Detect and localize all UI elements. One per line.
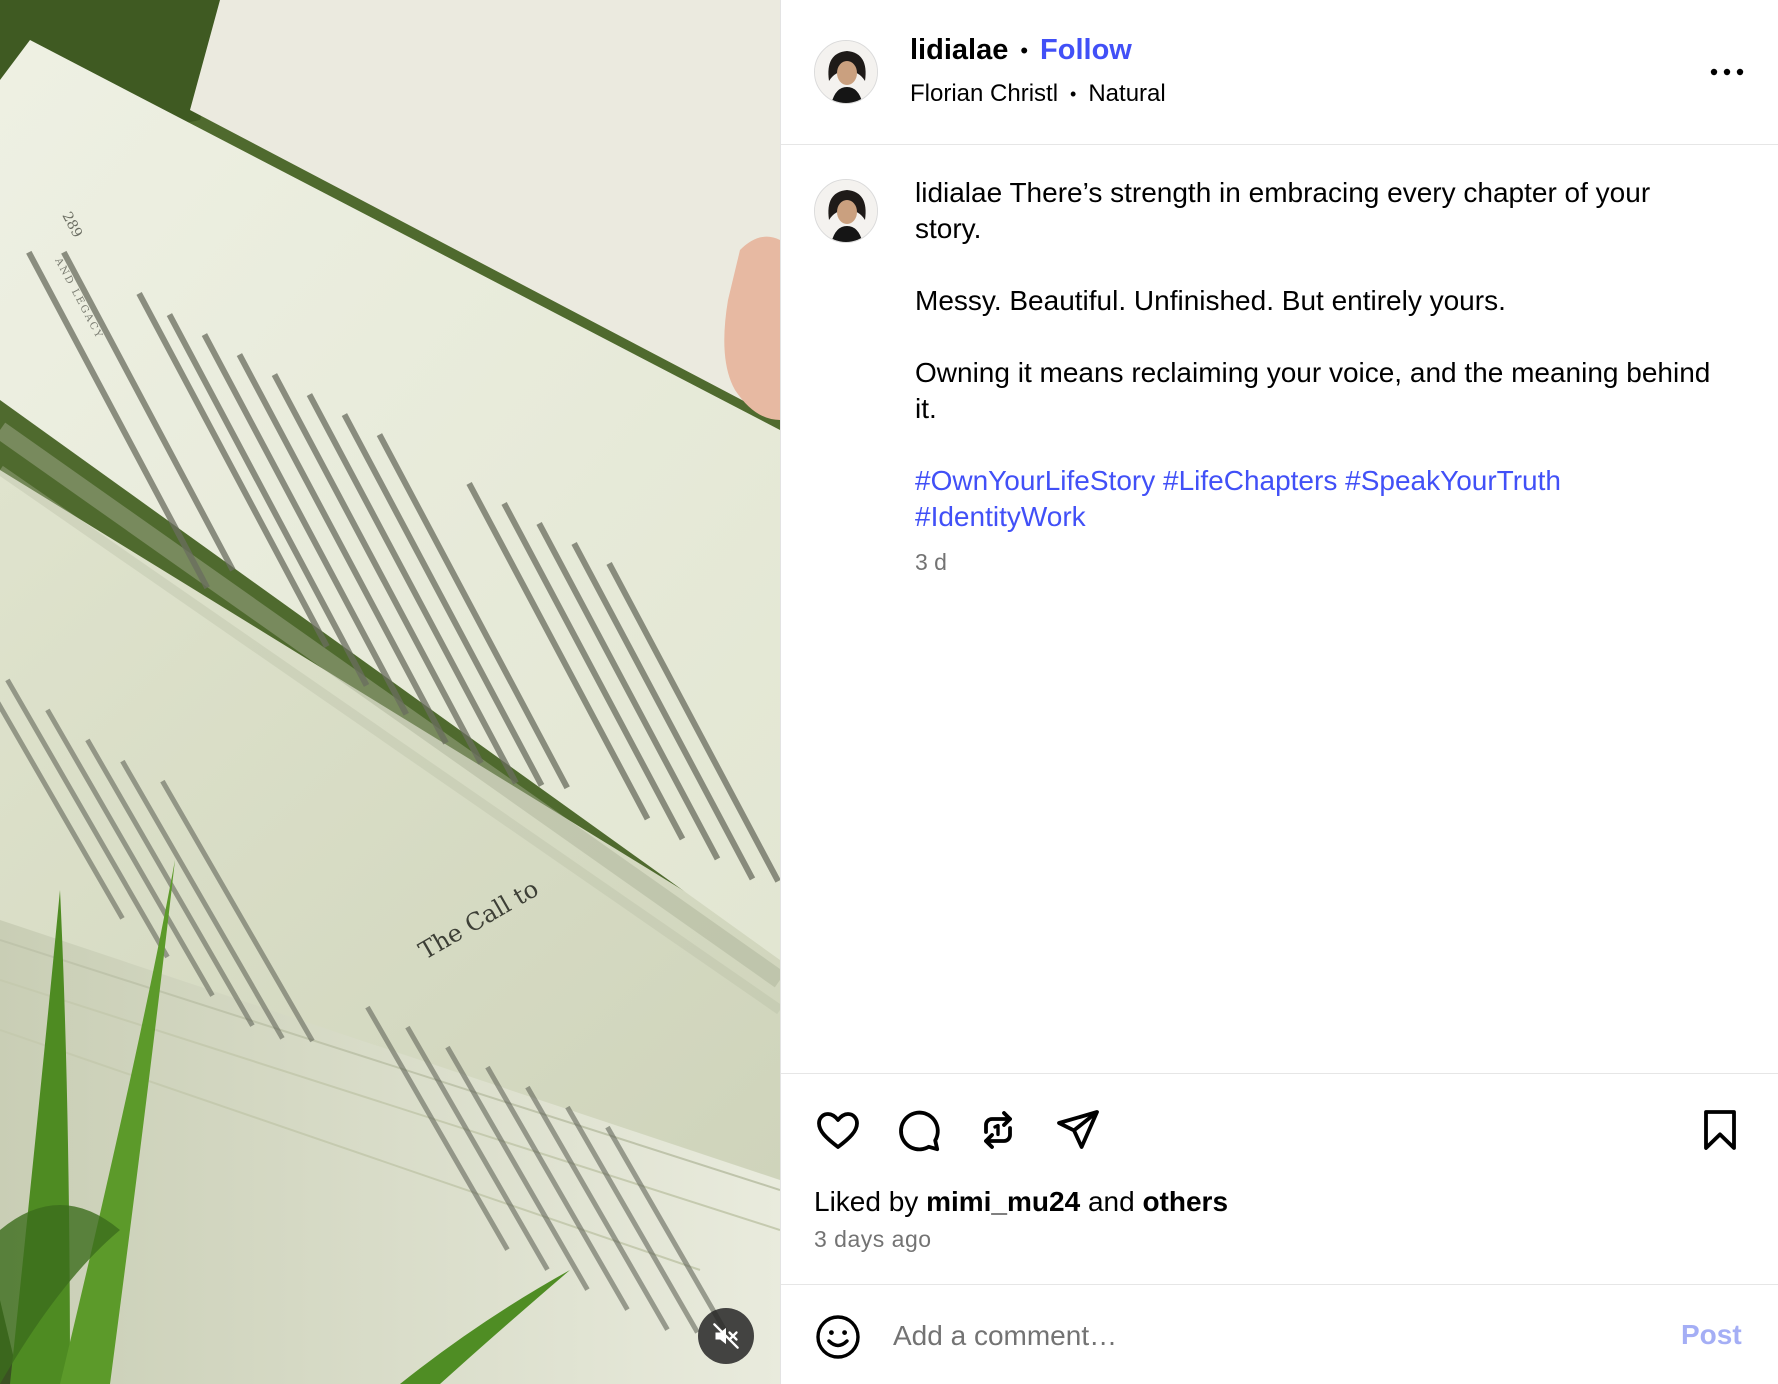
more-options-button[interactable] <box>1705 58 1749 86</box>
speaker-muted-icon <box>713 1323 739 1349</box>
separator-dot: • <box>1070 83 1077 104</box>
comment-icon <box>899 1110 940 1152</box>
comment-input[interactable] <box>893 1311 1653 1361</box>
hashtag-list: #OwnYourLifeStory #LifeChapters #SpeakYo… <box>915 463 1715 535</box>
likes-joiner: and <box>1087 1186 1135 1217</box>
post-comment-button[interactable]: Post <box>1681 1319 1742 1351</box>
post-timestamp[interactable]: 3 days ago <box>814 1226 932 1253</box>
post-detail-panel: lidialae • Follow Florian Christl • Natu… <box>780 0 1778 1384</box>
heart-icon <box>817 1112 859 1149</box>
post-media-video[interactable]: 289 AND LEGACY The Call to <box>0 0 780 1384</box>
profile-photo <box>815 41 877 103</box>
audio-title[interactable]: Natural <box>1088 80 1165 108</box>
caption-timestamp[interactable]: 3 d <box>915 549 947 576</box>
save-button[interactable] <box>1696 1106 1744 1154</box>
likes-prefix: Liked by <box>814 1186 919 1217</box>
post-actions: Liked by mimi_mu24 and others 3 days ago <box>781 1073 1778 1284</box>
like-button[interactable] <box>814 1106 862 1154</box>
follow-button[interactable]: Follow <box>1040 34 1132 67</box>
liked-by-user-link[interactable]: mimi_mu24 <box>926 1186 1080 1217</box>
post-header: lidialae • Follow Florian Christl • Natu… <box>781 0 1778 145</box>
separator-dot: • <box>1020 37 1029 63</box>
liked-by-others-link[interactable]: others <box>1142 1186 1228 1217</box>
caption-username-link[interactable]: lidialae <box>915 177 1002 208</box>
avatar[interactable] <box>814 40 878 104</box>
emoji-button[interactable] <box>814 1313 862 1361</box>
share-button[interactable] <box>1054 1106 1102 1154</box>
book-video-frame: 289 AND LEGACY The Call to <box>0 0 780 1384</box>
share-icon <box>1057 1110 1099 1149</box>
caption-section: lidialae There’s strength in embracing e… <box>781 145 1778 1073</box>
repost-button[interactable] <box>974 1106 1022 1154</box>
emoji-icon <box>816 1315 860 1359</box>
bookmark-icon <box>1704 1110 1736 1150</box>
hashtag-link[interactable]: #IdentityWork <box>915 501 1086 532</box>
mute-toggle-button[interactable] <box>698 1308 754 1364</box>
add-comment-bar: Post <box>781 1284 1778 1384</box>
hashtag-link[interactable]: #OwnYourLifeStory <box>915 465 1155 496</box>
profile-photo <box>815 180 877 242</box>
more-horizontal-icon <box>1710 68 1744 76</box>
audio-attribution[interactable]: Florian Christl • Natural <box>910 80 1166 108</box>
caption-text: There’s strength in embracing every chap… <box>915 177 1651 244</box>
username-link[interactable]: lidialae <box>910 34 1008 67</box>
caption-text: Messy. Beautiful. Unfinished. But entire… <box>915 285 1506 316</box>
caption-text: Owning it means reclaiming your voice, a… <box>915 357 1711 424</box>
audio-artist[interactable]: Florian Christl <box>910 80 1058 108</box>
likes-summary: Liked by mimi_mu24 and others <box>814 1186 1228 1218</box>
repost-icon <box>984 1111 1012 1149</box>
comment-button[interactable] <box>894 1106 942 1154</box>
hashtag-link[interactable]: #LifeChapters <box>1163 465 1337 496</box>
avatar[interactable] <box>814 179 878 243</box>
post-caption: lidialae There’s strength in embracing e… <box>915 175 1715 571</box>
header-username-row: lidialae • Follow <box>910 34 1132 67</box>
hashtag-link[interactable]: #SpeakYourTruth <box>1345 465 1561 496</box>
caption-first-line: lidialae There’s strength in embracing e… <box>915 175 1715 247</box>
